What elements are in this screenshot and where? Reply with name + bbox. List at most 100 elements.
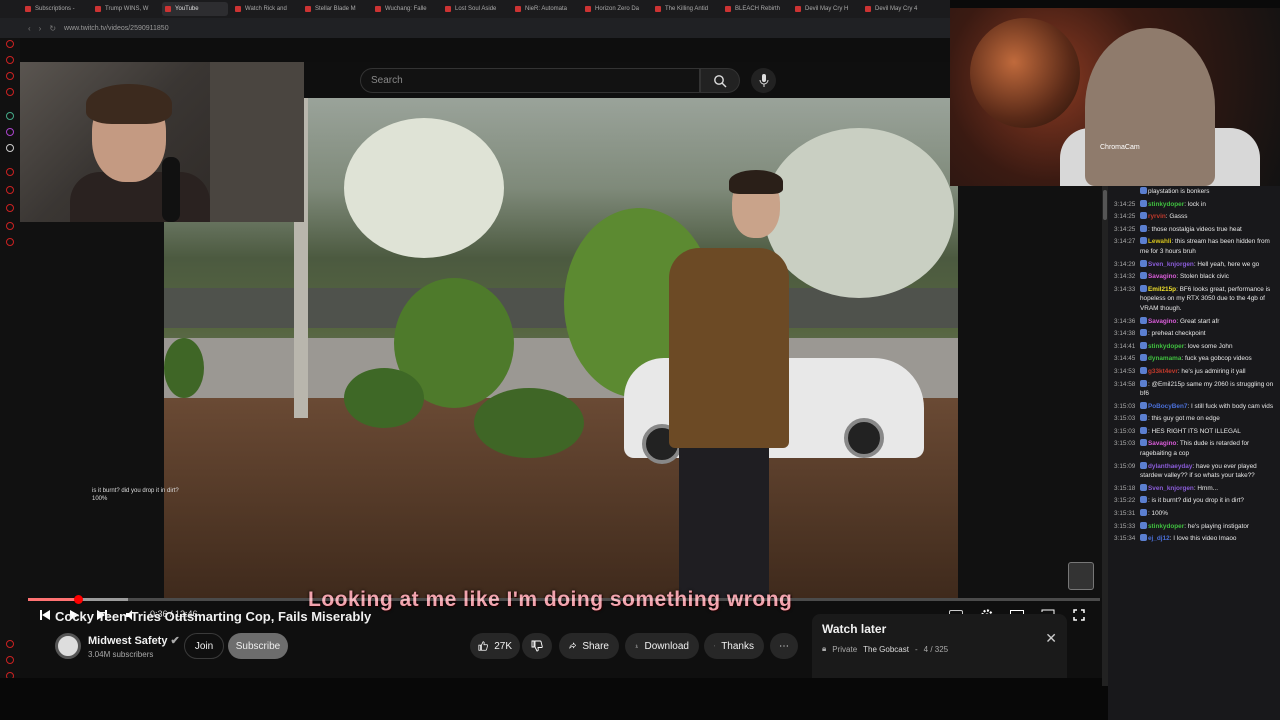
- browser-tab[interactable]: Subscriptions -: [22, 2, 88, 16]
- scrubber-handle[interactable]: [74, 595, 84, 604]
- x-icon[interactable]: [6, 144, 14, 152]
- more-actions-button[interactable]: ⋯: [770, 633, 798, 659]
- chat-username[interactable]: stinkydoper: [1148, 523, 1184, 530]
- top-strip: [0, 38, 950, 62]
- favicon-icon: [865, 6, 871, 12]
- search-icon: [714, 74, 727, 87]
- browser-tab[interactable]: BLEACH Rebirth: [722, 2, 788, 16]
- like-button[interactable]: 27K: [470, 633, 520, 659]
- chat-username[interactable]: Sven_knjorgen: [1148, 261, 1194, 268]
- chat-username[interactable]: Savagino: [1148, 440, 1176, 447]
- youtube-favicon-icon: [95, 6, 101, 12]
- chat-timestamp: 3:14:36: [1114, 317, 1136, 325]
- url-text[interactable]: www.twitch.tv/videos/2590911850: [64, 25, 169, 32]
- subscribe-button[interactable]: Subscribe: [228, 633, 288, 659]
- overlay-chat-line: is it burnt? did you drop it in dirt?: [92, 488, 179, 494]
- sidebar-icon[interactable]: [6, 656, 14, 664]
- chat-text: : he's jus admiring it yall: [1177, 367, 1246, 375]
- chat-timestamp: 3:14:53: [1114, 367, 1136, 375]
- browser-tab[interactable]: The Killing Antid: [652, 2, 718, 16]
- chat-timestamp: 3:15:03: [1114, 427, 1136, 435]
- chat-timestamp: 3:14:58: [1114, 380, 1136, 388]
- chat-message: 3:14:58: @Emil215p same my 2060 is strug…: [1108, 379, 1280, 401]
- back-icon[interactable]: ‹: [28, 24, 31, 33]
- sidebar-icon[interactable]: [6, 640, 14, 648]
- chat-username[interactable]: ryrvin: [1148, 213, 1166, 220]
- channel-name[interactable]: Midwest Safety ✔: [88, 634, 180, 647]
- sidebar-icon[interactable]: [6, 204, 14, 212]
- playlist-title[interactable]: Watch later: [822, 622, 1057, 636]
- search-button[interactable]: [700, 68, 740, 93]
- browser-tab[interactable]: Stellar Blade M: [302, 2, 368, 16]
- reload-icon[interactable]: ↻: [49, 24, 56, 33]
- favicon-icon: [585, 6, 591, 12]
- badge-icon: [1140, 284, 1147, 292]
- forward-icon[interactable]: ›: [39, 24, 42, 33]
- chat-username[interactable]: Sven_knjorgen: [1148, 485, 1194, 492]
- gear-icon[interactable]: [6, 238, 14, 246]
- chat-message: 3:15:03: this guy got me on edge: [1108, 413, 1280, 426]
- playlist-channel[interactable]: The Gobcast: [863, 645, 909, 654]
- browser-tab[interactable]: Horizon Zero Da: [582, 2, 648, 16]
- badge-icon: [1140, 401, 1147, 409]
- channel-avatar[interactable]: [55, 633, 81, 659]
- browser-tab[interactable]: Devil May Cry H: [792, 2, 858, 16]
- close-icon[interactable]: ✕: [1045, 630, 1057, 647]
- favicon-icon: [515, 6, 521, 12]
- chat-timestamp: 3:14:33: [1114, 285, 1136, 293]
- voice-search-button[interactable]: [751, 68, 776, 93]
- sidebar-icon[interactable]: [6, 40, 14, 48]
- previous-button[interactable]: [34, 604, 56, 626]
- chat-username[interactable]: Lewahli: [1148, 238, 1171, 245]
- sidebar-icon[interactable]: [6, 186, 14, 194]
- chat-timestamp: 3:15:03: [1114, 415, 1136, 423]
- chat-message: 3:15:03 Savagino: This dude is retarded f…: [1108, 438, 1280, 460]
- sidebar-icon[interactable]: [6, 128, 14, 136]
- dislike-button[interactable]: [522, 633, 552, 659]
- video-title: Cocky Teen Tries Outsmarting Cop, Fails …: [55, 609, 372, 624]
- scrollbar-thumb[interactable]: [1103, 190, 1107, 220]
- chat-timestamp: 3:14:29: [1114, 260, 1136, 268]
- bush: [164, 338, 204, 398]
- chat-username[interactable]: dynamama: [1148, 355, 1181, 362]
- chat-username[interactable]: ej_dj12: [1148, 535, 1170, 542]
- sidebar-icon[interactable]: [6, 168, 14, 176]
- sidebar-icon[interactable]: [6, 112, 14, 120]
- sidebar-icon[interactable]: [6, 222, 14, 230]
- browser-tab[interactable]: Wuchang: Falle: [372, 2, 438, 16]
- browser-tab[interactable]: Watch Rick and: [232, 2, 298, 16]
- browser-tab[interactable]: Devil May Cry 4: [862, 2, 928, 16]
- chat-timestamp: 3:14:25: [1114, 213, 1136, 221]
- chat-username[interactable]: Savagino: [1148, 273, 1176, 280]
- browser-tab[interactable]: YouTube: [162, 2, 228, 16]
- planet-background: [970, 18, 1080, 128]
- browser-tab[interactable]: NieR: Automata: [512, 2, 578, 16]
- chat-username[interactable]: stinkydoper: [1148, 343, 1184, 350]
- webcam-left: [20, 62, 304, 222]
- thumbs-up-icon: [478, 641, 488, 651]
- sidebar-icon[interactable]: [6, 88, 14, 96]
- chat-username[interactable]: stinkydoper: [1148, 201, 1184, 208]
- chat-username[interactable]: g33kt4evr: [1148, 368, 1178, 375]
- browser-tab[interactable]: Lost Soul Aside: [442, 2, 508, 16]
- chat-text: : Gasss: [1165, 213, 1188, 221]
- join-button[interactable]: Join: [184, 633, 224, 659]
- progress-bar[interactable]: [28, 595, 1100, 604]
- chat-timestamp: 3:14:32: [1114, 273, 1136, 281]
- chat-message: 3:15:34 ej_dj12: I love this video lmaoo: [1108, 533, 1280, 546]
- search-input[interactable]: Search: [360, 68, 700, 93]
- sidebar-icon[interactable]: [6, 56, 14, 64]
- badge-icon: [1140, 496, 1147, 504]
- browser-tab[interactable]: Trump WINS, W: [92, 2, 158, 16]
- chat-username[interactable]: PoBocyBen7: [1148, 403, 1187, 410]
- fullscreen-button[interactable]: [1068, 604, 1090, 626]
- download-button[interactable]: Download: [625, 633, 699, 659]
- badge-icon: [1140, 509, 1147, 517]
- sidebar-icon[interactable]: [6, 72, 14, 80]
- share-button[interactable]: Share: [559, 633, 619, 659]
- address-bar[interactable]: ‹ › ↻ www.twitch.tv/videos/2590911850: [0, 18, 950, 38]
- chat-username[interactable]: Emil215p: [1148, 286, 1176, 293]
- chat-username[interactable]: Savagino: [1148, 318, 1176, 325]
- chat-username[interactable]: dylanthaeyday: [1148, 463, 1192, 470]
- thanks-button[interactable]: $ Thanks: [704, 633, 764, 659]
